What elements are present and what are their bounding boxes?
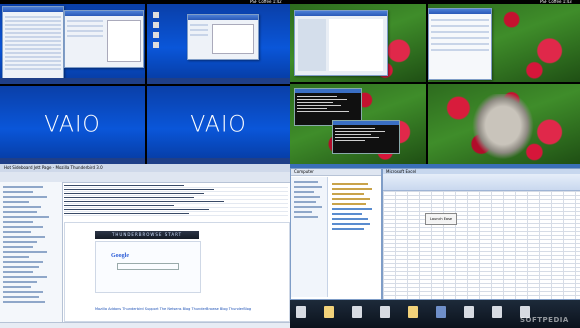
status-bar (0, 322, 290, 328)
file-icon[interactable] (296, 306, 306, 318)
google-logo: Google (111, 253, 129, 259)
quadrant-top-left: PSF Coffee 1:42 VAIO VAIO (0, 0, 290, 164)
taskbar[interactable] (147, 78, 290, 84)
app-window[interactable] (294, 10, 388, 76)
quadrant-top-right: PSF Coffee 1:43 (290, 0, 580, 164)
quadrant-bottom-right: Computer Microsoft Excel Launch Ease SOF… (290, 164, 580, 328)
file-icon[interactable] (352, 306, 362, 318)
file-icon[interactable] (492, 306, 502, 318)
spreadsheet-grid[interactable] (383, 191, 580, 299)
vaio-logo: VAIO (190, 112, 247, 138)
properties-window[interactable] (64, 10, 144, 68)
flowers-wallpaper-2 (428, 4, 580, 82)
command-window-2[interactable] (332, 120, 400, 154)
folder-pane[interactable] (0, 182, 63, 323)
file-icon[interactable] (464, 306, 474, 318)
explorer-window[interactable]: Computer (290, 168, 382, 300)
thunderbird-window[interactable]: Hot Sideboard Jett Page - Mozilla Thunde… (0, 164, 290, 328)
file-icon[interactable] (380, 306, 390, 318)
watermark: SOFTPEDIA (520, 316, 569, 324)
message-list[interactable] (64, 184, 288, 220)
vaio-logo: VAIO (44, 112, 101, 138)
kitten-image (468, 94, 538, 164)
vaio-desktop-2 (147, 4, 290, 84)
flowers-wallpaper-1 (290, 4, 426, 82)
window-title: Hot Sideboard Jett Page - Mozilla Thunde… (4, 165, 103, 170)
security-window[interactable] (428, 8, 492, 80)
footer-links[interactable]: Mozilla Addons Thunderbird Support The N… (95, 307, 251, 311)
flowers-wallpaper-3 (290, 84, 426, 164)
vaio-desktop-3: VAIO (0, 86, 145, 164)
start-banner: THUNDERBROWSE START (95, 231, 199, 239)
explorer-title: Computer (291, 169, 381, 176)
folder-icon[interactable] (324, 306, 334, 318)
explorer-window[interactable] (2, 6, 64, 80)
ribbon[interactable] (383, 174, 580, 191)
launch-ease-button[interactable]: Launch Ease (425, 213, 457, 225)
vaio-desktop-4: VAIO (147, 86, 290, 164)
folder-window[interactable] (187, 14, 259, 60)
vaio-desktop-1 (0, 4, 145, 84)
taskbar[interactable] (0, 78, 145, 84)
app-icon[interactable] (436, 306, 446, 318)
list-item[interactable] (64, 212, 288, 216)
search-input[interactable] (117, 263, 179, 270)
file-list[interactable] (329, 179, 379, 289)
start-page[interactable]: THUNDERBROWSE START Google Mozilla Addon… (64, 222, 290, 322)
excel-window[interactable]: Microsoft Excel Launch Ease (382, 168, 580, 300)
folder-icon[interactable] (408, 306, 418, 318)
nav-pane[interactable] (291, 177, 328, 297)
flowers-wallpaper-4 (428, 84, 580, 164)
